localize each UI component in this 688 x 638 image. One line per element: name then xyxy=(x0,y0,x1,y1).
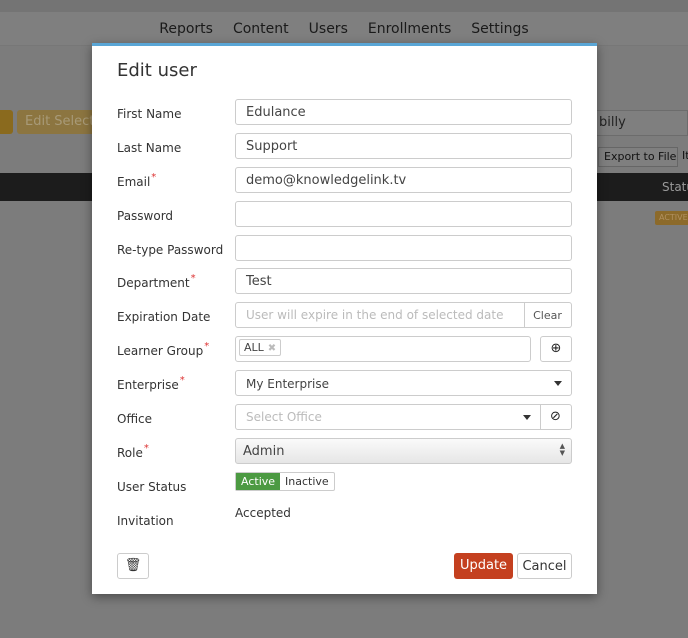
office-label: Office xyxy=(117,412,153,426)
learner-group-tag: ALL ✖ xyxy=(239,339,282,356)
chevron-down-icon xyxy=(554,381,562,386)
add-group-button[interactable]: ⊕ xyxy=(540,336,572,362)
invitation-label: Invitation xyxy=(117,514,174,528)
status-active-button[interactable]: Active xyxy=(236,473,281,490)
invitation-value: Accepted xyxy=(235,506,291,520)
required-mark: * xyxy=(204,341,210,352)
trash-icon: 🗑 xyxy=(124,558,142,573)
status-inactive-button[interactable]: Inactive xyxy=(280,473,334,490)
top-nav: Reports Content Users Enrollments Settin… xyxy=(0,12,688,46)
chevron-down-icon xyxy=(523,415,531,420)
last-name-label: Last Name xyxy=(117,141,182,155)
required-mark: * xyxy=(143,443,149,454)
expiration-label: Expiration Date xyxy=(117,310,211,324)
role-value: Admin xyxy=(243,444,285,459)
enterprise-label: Enterprise* xyxy=(117,375,185,392)
role-select[interactable]: Admin ▲ ▼ xyxy=(235,438,572,464)
email-row: Email* demo@knowledgelink.tv xyxy=(117,167,572,193)
role-label-text: Role xyxy=(117,446,143,460)
retype-password-row: Re-type Password xyxy=(117,235,572,261)
user-status-label: User Status xyxy=(117,480,187,494)
nav-users[interactable]: Users xyxy=(309,21,348,45)
email-input[interactable]: demo@knowledgelink.tv xyxy=(235,167,572,193)
department-label: Department* xyxy=(117,273,196,290)
office-row: Office Select Office ⊘ xyxy=(117,404,572,430)
learner-group-label-text: Learner Group xyxy=(117,344,204,358)
status-toggle: Active Inactive xyxy=(235,472,335,491)
update-button[interactable]: Update xyxy=(454,553,513,579)
department-row: Department* Test xyxy=(117,268,572,294)
invitation-row: Invitation Accepted xyxy=(117,506,572,532)
status-badge: ACTIVE xyxy=(655,211,688,225)
nav-settings[interactable]: Settings xyxy=(471,21,528,45)
department-input[interactable]: Test xyxy=(235,268,572,294)
required-mark: * xyxy=(190,273,196,284)
email-label: Email* xyxy=(117,172,157,189)
enterprise-value: My Enterprise xyxy=(246,377,329,391)
delete-user-button[interactable]: 🗑 xyxy=(117,553,149,579)
password-row: Password xyxy=(117,201,572,227)
learner-group-label: Learner Group* xyxy=(117,341,210,358)
tag-label: ALL xyxy=(244,341,264,354)
password-input[interactable] xyxy=(235,201,572,227)
enterprise-select[interactable]: My Enterprise xyxy=(235,370,572,396)
first-name-row: First Name Edulance xyxy=(117,99,572,125)
required-mark: * xyxy=(151,172,157,183)
last-name-row: Last Name Support xyxy=(117,133,572,159)
nav-enrollments[interactable]: Enrollments xyxy=(368,21,451,45)
retype-password-input[interactable] xyxy=(235,235,572,261)
ban-icon: ⊘ xyxy=(550,409,561,424)
expiration-date-input[interactable]: User will expire in the end of selected … xyxy=(235,302,525,328)
retype-password-label: Re-type Password xyxy=(117,243,224,257)
nav-content[interactable]: Content xyxy=(233,21,289,45)
bg-text: It xyxy=(682,149,688,162)
clear-date-button[interactable]: Clear xyxy=(524,302,572,328)
plus-circle-icon: ⊕ xyxy=(550,341,562,356)
expiration-row: Expiration Date User will expire in the … xyxy=(117,302,572,328)
expiration-placeholder: User will expire in the end of selected … xyxy=(246,308,504,322)
role-row: Role* Admin ▲ ▼ xyxy=(117,438,572,464)
edit-user-modal: Edit user First Name Edulance Last Name … xyxy=(92,43,597,594)
page-top xyxy=(0,0,688,12)
cancel-button[interactable]: Cancel xyxy=(517,553,572,579)
search-input[interactable]: billy xyxy=(590,110,688,136)
last-name-input[interactable]: Support xyxy=(235,133,572,159)
learner-group-input[interactable]: ALL ✖ xyxy=(235,336,531,362)
enterprise-row: Enterprise* My Enterprise xyxy=(117,370,572,396)
nav-reports[interactable]: Reports xyxy=(159,21,213,45)
office-placeholder: Select Office xyxy=(246,410,322,424)
enterprise-label-text: Enterprise xyxy=(117,378,179,392)
required-mark: * xyxy=(179,375,185,386)
export-button[interactable]: Export to File xyxy=(598,147,678,167)
remove-tag-icon[interactable]: ✖ xyxy=(268,343,276,354)
password-label: Password xyxy=(117,209,174,223)
first-name-input[interactable]: Edulance xyxy=(235,99,572,125)
office-select[interactable]: Select Office xyxy=(235,404,541,430)
email-label-text: Email xyxy=(117,175,151,189)
role-label: Role* xyxy=(117,443,149,460)
department-label-text: Department xyxy=(117,276,190,290)
learner-group-row: Learner Group* ALL ✖ ⊕ xyxy=(117,336,572,362)
status-column-header: Status xyxy=(662,180,688,194)
first-name-label: First Name xyxy=(117,107,182,121)
modal-title: Edit user xyxy=(117,60,197,81)
updown-arrows-icon: ▲ ▼ xyxy=(559,442,565,457)
clear-office-button[interactable]: ⊘ xyxy=(540,404,572,430)
user-status-row: User Status Active Inactive xyxy=(117,472,572,498)
dropdown-button[interactable] xyxy=(0,110,13,134)
